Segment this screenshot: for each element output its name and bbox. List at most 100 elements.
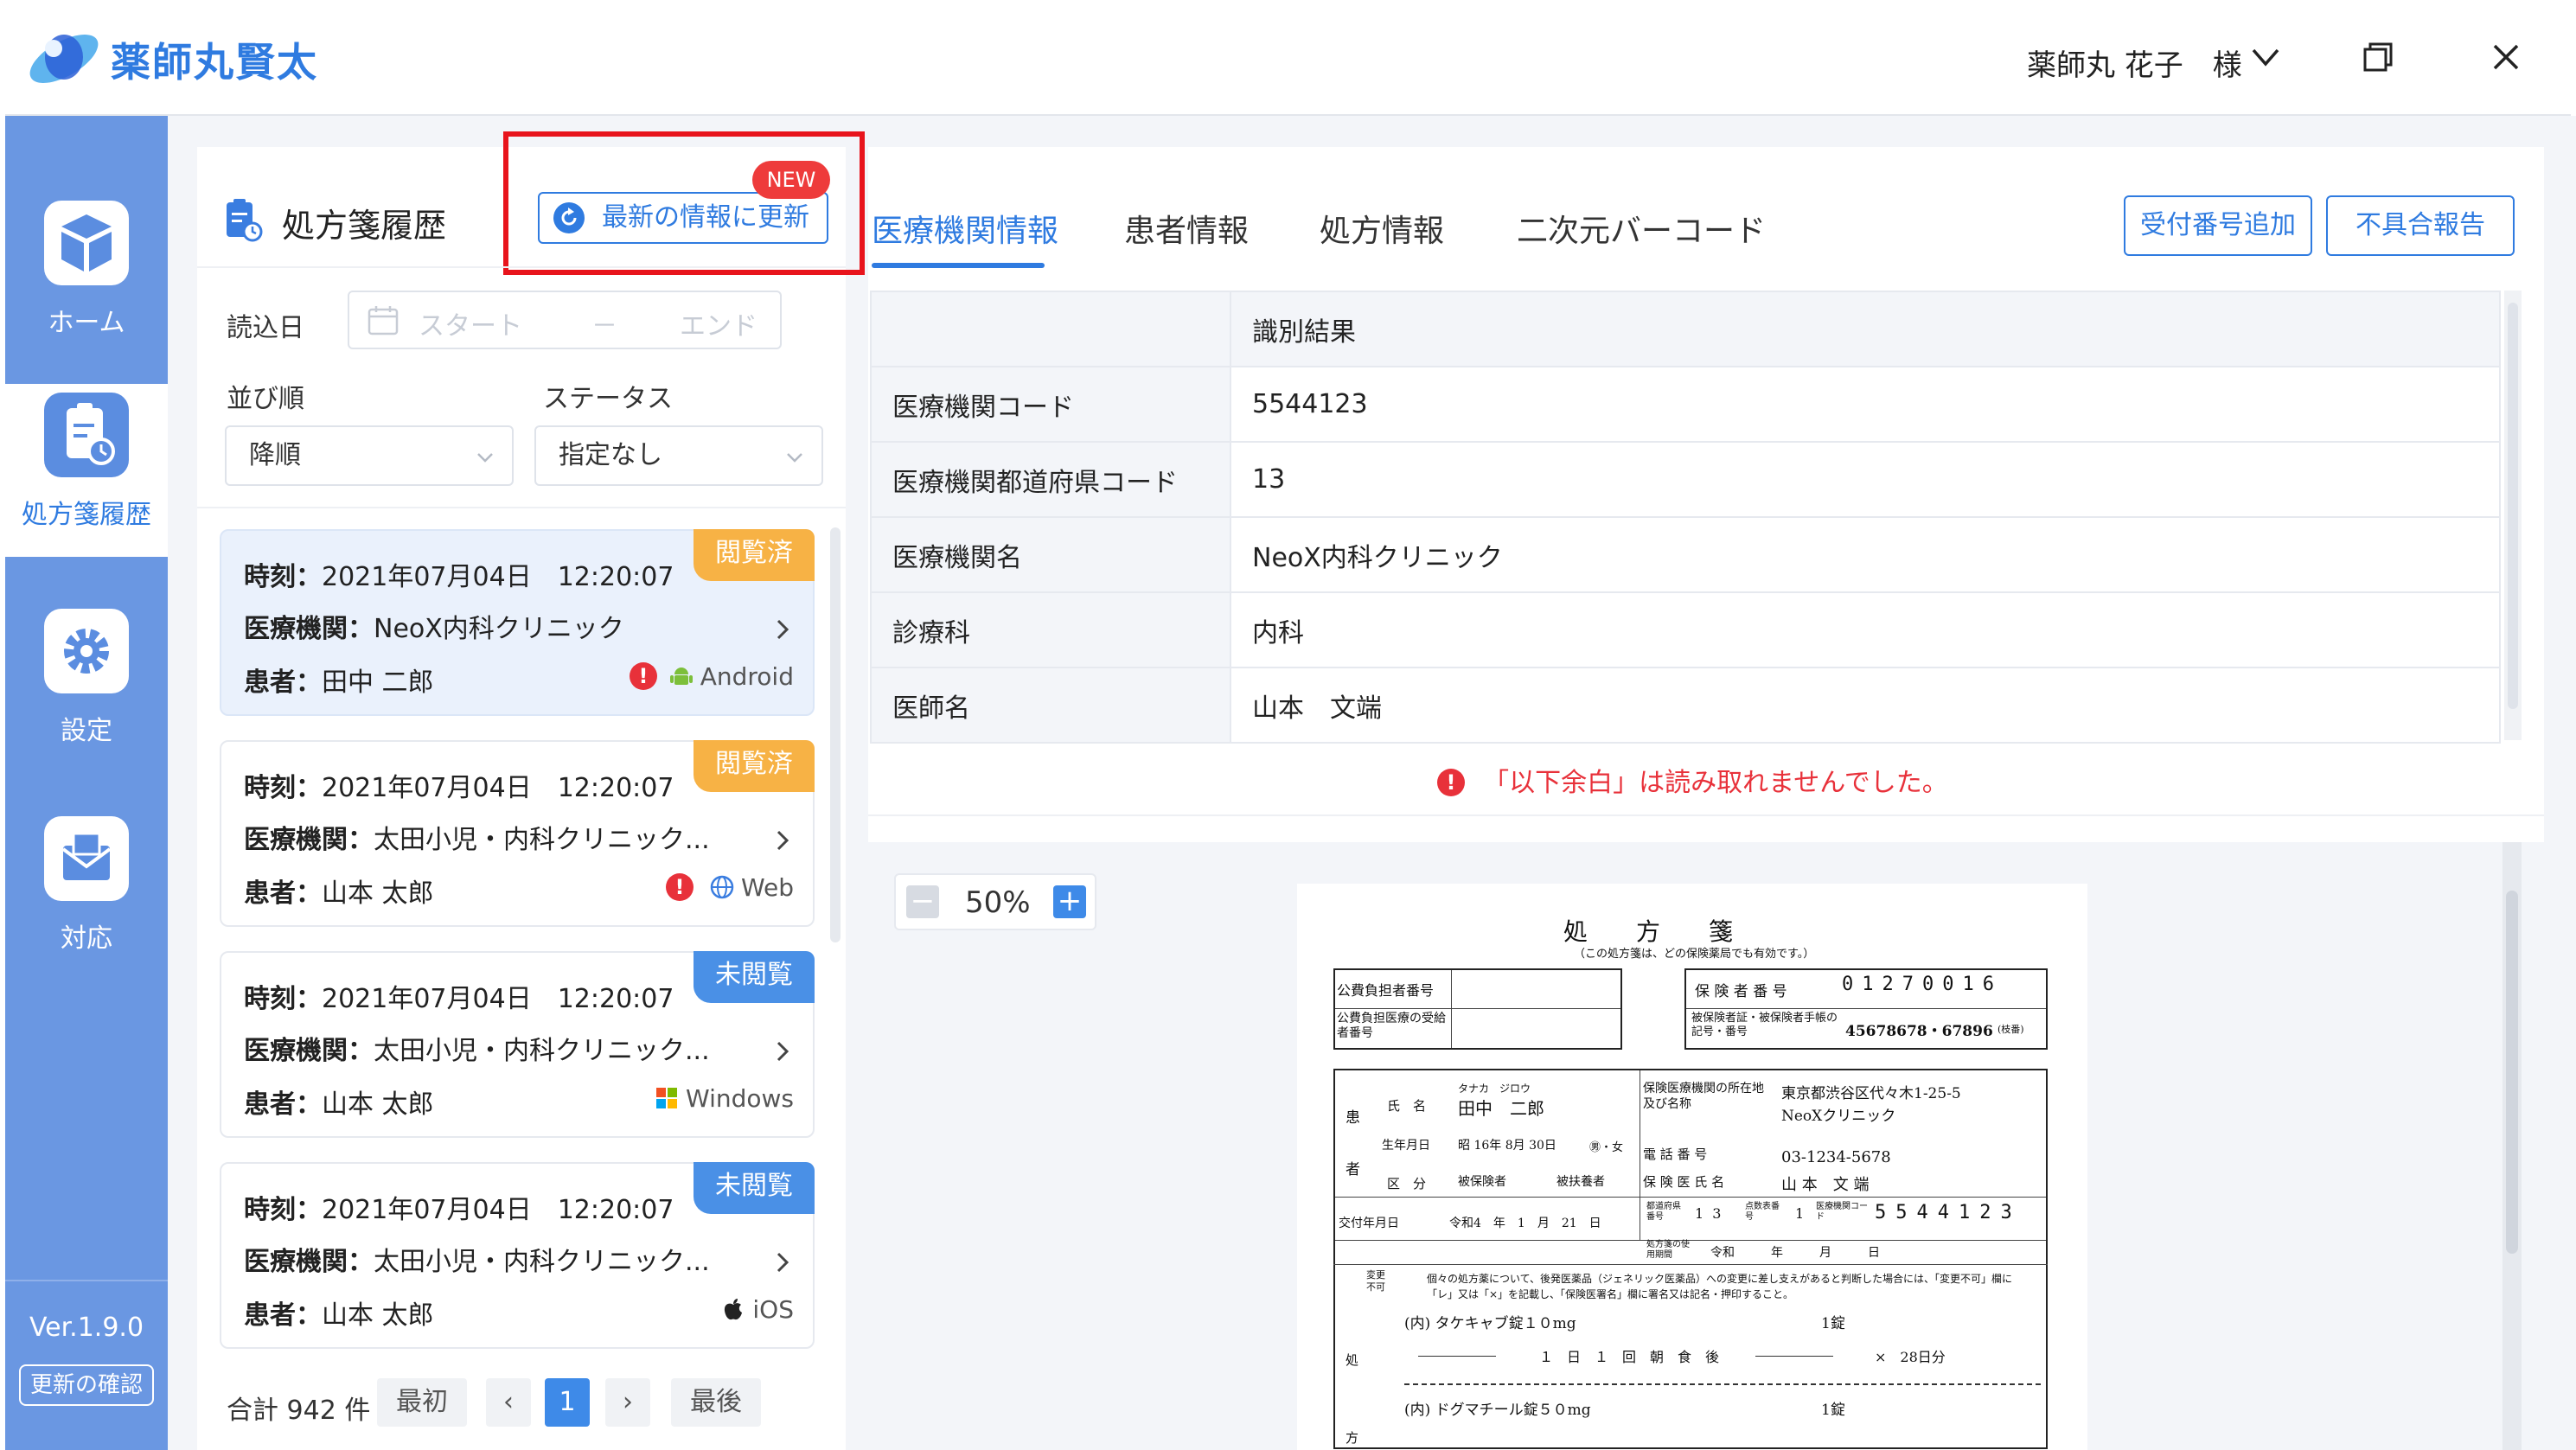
zoom-in-button[interactable]: +: [1053, 885, 1086, 918]
doc-expiry-label: 処方箋の使用期間: [1646, 1240, 1690, 1260]
doc-name: 田中 二郎: [1458, 1098, 1544, 1119]
doc-expiry: 令和 年 月 日: [1710, 1246, 1880, 1260]
globe-icon: [710, 875, 734, 899]
card-clinic: 医療機関：NeoX内科クリニック: [244, 607, 624, 645]
sidebar-item-settings[interactable]: 設定: [5, 600, 168, 773]
status-select[interactable]: 指定なし: [534, 425, 823, 486]
doc-rx1: (内) タケキャブ錠１０mg: [1404, 1315, 1576, 1332]
zoom-out-button[interactable]: −: [906, 885, 939, 918]
clinic-value: 太田小児・内科クリニック...: [374, 1036, 710, 1066]
card-time: 時刻：2021年07月04日 12:20:07: [244, 766, 674, 804]
divider: [868, 814, 2544, 816]
doc-patient-label2: 者: [1346, 1161, 1360, 1179]
doc-category-insured: 被保険者: [1458, 1175, 1506, 1189]
card-clinic: 医療機関：太田小児・内科クリニック...: [244, 818, 710, 856]
page-last-button[interactable]: 最後: [671, 1378, 761, 1427]
app-logo-icon: [29, 35, 99, 83]
history-card[interactable]: 未閲覧 時刻：2021年07月04日 12:20:07 医療機関：太田小児・内科…: [220, 951, 815, 1138]
digit: 2: [1882, 974, 1902, 995]
page-next-button[interactable]: ›: [605, 1378, 650, 1427]
platform-label: Windows: [655, 1084, 794, 1113]
tab-patient-info[interactable]: 患者情報: [1124, 206, 1249, 251]
sidebar-item-label: 設定: [61, 716, 112, 746]
preview-scrollbar-thumb[interactable]: [2506, 891, 2518, 1254]
doc-insurer-no-label: 保 険 者 番 号: [1695, 983, 1787, 1000]
mail-icon: [44, 816, 129, 901]
android-icon: [669, 668, 693, 685]
history-card[interactable]: 未閲覧 時刻：2021年07月04日 12:20:07 医療機関：太田小児・内科…: [220, 1162, 815, 1349]
chevron-right-icon: [777, 1252, 789, 1273]
patient-label: 患者：: [244, 1089, 322, 1120]
patient-value: 田中 二郎: [322, 668, 434, 698]
sort-label: 並び順: [227, 384, 304, 414]
patient-value: 山本 太郎: [322, 878, 434, 909]
tab-clinic-info[interactable]: 医療機関情報: [872, 206, 1058, 251]
add-reception-number-button[interactable]: 受付番号追加: [2124, 195, 2312, 256]
digit: 1: [1862, 974, 1882, 995]
page-prev-button[interactable]: ‹: [486, 1378, 531, 1427]
table-key: 医療機関コード: [870, 366, 1231, 443]
highlight-annotation: [503, 131, 865, 275]
history-card[interactable]: 閲覧済 時刻：2021年07月04日 12:20:07 医療機関：NeoX内科ク…: [220, 529, 815, 716]
sort-select[interactable]: 降順: [225, 425, 514, 486]
doc-subtitle: （この処方箋は、どの保険薬局でも有効です。）: [1574, 948, 1815, 961]
chevron-down-icon[interactable]: [2248, 40, 2283, 74]
card-time: 時刻：2021年07月04日 12:20:07: [244, 555, 674, 593]
digit: 4: [1916, 1202, 1938, 1223]
calendar-icon: [368, 306, 399, 335]
zoom-level: 50%: [965, 885, 1031, 920]
page-first-button[interactable]: 最初: [377, 1378, 467, 1427]
doc-notice: 個々の処方薬について、後発医薬品（ジェネリック医薬品）への変更に差し支えがあると…: [1427, 1273, 2013, 1300]
user-name[interactable]: 薬師丸 花子 様: [2027, 42, 2242, 84]
doc-rx1-dose: １ 日 １ 回 朝 食 後: [1539, 1349, 1720, 1365]
history-title: 処方箋履歴: [282, 207, 447, 245]
card-patient: 患者：田中 二郎: [244, 661, 434, 699]
platform-text: Windows: [686, 1084, 794, 1113]
update-check-button[interactable]: 更新の確認: [19, 1364, 154, 1406]
doc-issue-label: 交付年月日: [1339, 1217, 1399, 1230]
patient-value: 山本 太郎: [322, 1300, 434, 1331]
doc-inst-code-label: 医療機関コード: [1816, 1202, 1868, 1222]
sidebar-item-support[interactable]: 対応: [5, 808, 168, 981]
sidebar-item-label: 対応: [61, 923, 112, 954]
doc-clinic-name: NeoXクリニック: [1781, 1108, 1896, 1125]
doc-sex: ㊚・女: [1589, 1141, 1624, 1154]
tab-prescription-info[interactable]: 処方情報: [1320, 206, 1444, 251]
tab-2d-barcode[interactable]: 二次元バーコード: [1517, 206, 1766, 251]
clinic-label: 医療機関：: [244, 1036, 374, 1066]
doc-payer-no-label: 公費負担者番号: [1337, 982, 1435, 999]
patient-label: 患者：: [244, 1300, 322, 1331]
table-header-row: 識別結果: [870, 291, 2501, 367]
table-value: 5544123: [1230, 366, 2501, 443]
history-card[interactable]: 閲覧済 時刻：2021年07月04日 12:20:07 医療機関：太田小児・内科…: [220, 740, 815, 927]
clinic-label: 医療機関：: [244, 614, 374, 644]
table-scrollbar-thumb[interactable]: [2508, 303, 2518, 709]
doc-change-label: 変更不可: [1366, 1269, 1385, 1293]
warning-icon: !: [1437, 769, 1465, 796]
doc-payer-recipient-label: 公費負担医療の受給者番号: [1337, 1012, 1446, 1040]
platform-text: Android: [700, 662, 794, 691]
digit: 1: [1695, 1205, 1713, 1222]
card-time: 時刻：2021年07月04日 12:20:07: [244, 977, 674, 1015]
close-icon[interactable]: [2490, 42, 2522, 73]
platform-label: iOS: [721, 1295, 794, 1324]
date-end-input[interactable]: エンド: [680, 304, 757, 342]
sidebar-item-label: ホーム: [48, 308, 125, 338]
list-scrollbar[interactable]: [830, 527, 841, 942]
table-value: 山本 文端: [1230, 667, 2501, 744]
date-start-input[interactable]: スタート: [419, 304, 522, 342]
doc-insurer-digits: 01270016: [1842, 974, 2003, 995]
sidebar-item-home[interactable]: ホーム: [5, 192, 168, 365]
table-key: 医療機関都道府県コード: [870, 441, 1231, 518]
report-issue-button[interactable]: 不具合報告: [2326, 195, 2515, 256]
digit: 6: [1982, 974, 2003, 995]
chevron-right-icon: [777, 619, 789, 640]
page-current-button[interactable]: 1: [545, 1378, 590, 1427]
doc-dob: 昭 16年 8月 30日: [1458, 1139, 1556, 1153]
sidebar-item-prescription-history[interactable]: 処方箋履歴: [5, 384, 168, 557]
maximize-icon[interactable]: [2362, 42, 2394, 73]
digit: 2: [1979, 1202, 2001, 1223]
total-count: 合計 942 件: [227, 1396, 371, 1426]
patient-label: 患者：: [244, 668, 322, 698]
digit: 3: [1712, 1205, 1730, 1222]
